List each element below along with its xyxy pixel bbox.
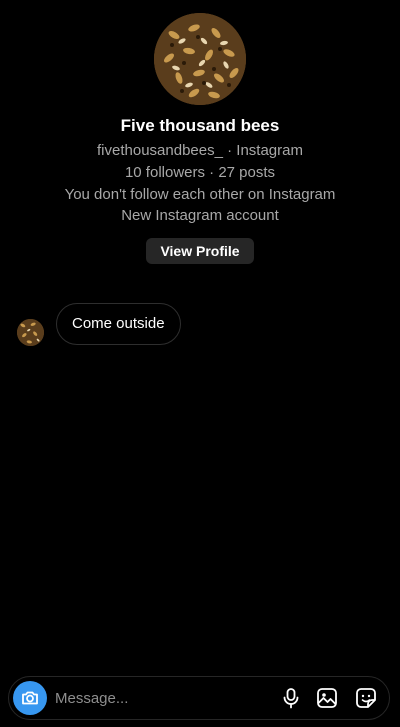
microphone-icon[interactable] [280,687,302,709]
gallery-icon[interactable] [316,687,338,709]
sticker-icon[interactable] [355,687,377,709]
message-bubble[interactable]: Come outside [56,303,181,345]
profile-avatar[interactable] [154,13,246,105]
camera-icon [22,691,38,705]
message-composer [8,676,390,720]
view-profile-button[interactable]: View Profile [146,238,254,264]
message-row: Come outside [0,303,400,346]
bees-avatar-icon [17,319,44,346]
profile-account-note: New Instagram account [121,207,279,224]
sender-avatar[interactable] [17,319,44,346]
profile-handle-line: fivethousandbees_ · Instagram [97,142,303,159]
profile-display-name: Five thousand bees [120,116,280,135]
bees-avatar-icon [154,13,246,105]
camera-button[interactable] [13,681,47,715]
profile-follow-status: You don't follow each other on Instagram [64,186,336,203]
message-input[interactable] [55,685,255,711]
profile-stats-line: 10 followers · 27 posts [124,164,276,181]
